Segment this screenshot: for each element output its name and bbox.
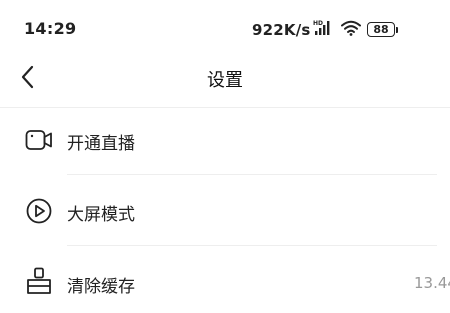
item-divider xyxy=(67,174,437,175)
wifi-icon xyxy=(340,20,361,40)
status-time: 14:29 xyxy=(24,19,77,38)
cell-signal-icon: HD xyxy=(313,19,335,40)
network-speed: 922K/s xyxy=(252,20,311,39)
battery-icon: 88 xyxy=(366,22,398,37)
status-indicators: 922K/s HD 88 xyxy=(252,19,398,40)
settings-item-big-screen[interactable]: 大屏模式 xyxy=(0,181,450,241)
page-title: 设置 xyxy=(207,70,243,91)
status-bar: 14:29 922K/s HD 88 xyxy=(0,0,450,56)
settings-item-label: 开通直播 xyxy=(67,134,135,154)
settings-item-clear-cache[interactable]: 清除缓存 13.44 xyxy=(0,253,450,313)
nav-divider xyxy=(0,107,450,108)
settings-item-live-stream[interactable]: 开通直播 xyxy=(0,110,450,170)
battery-level: 88 xyxy=(373,23,389,36)
signal-hd-badge: HD xyxy=(313,20,323,27)
nav-bar: 设置 xyxy=(0,56,450,100)
settings-item-label: 清除缓存 xyxy=(67,277,135,297)
broom-icon xyxy=(25,267,53,295)
video-camera-icon xyxy=(25,126,53,154)
play-circle-icon xyxy=(25,197,53,225)
item-divider xyxy=(67,245,437,246)
cache-size-value: 13.44 xyxy=(414,274,450,292)
settings-item-label: 大屏模式 xyxy=(67,205,135,225)
